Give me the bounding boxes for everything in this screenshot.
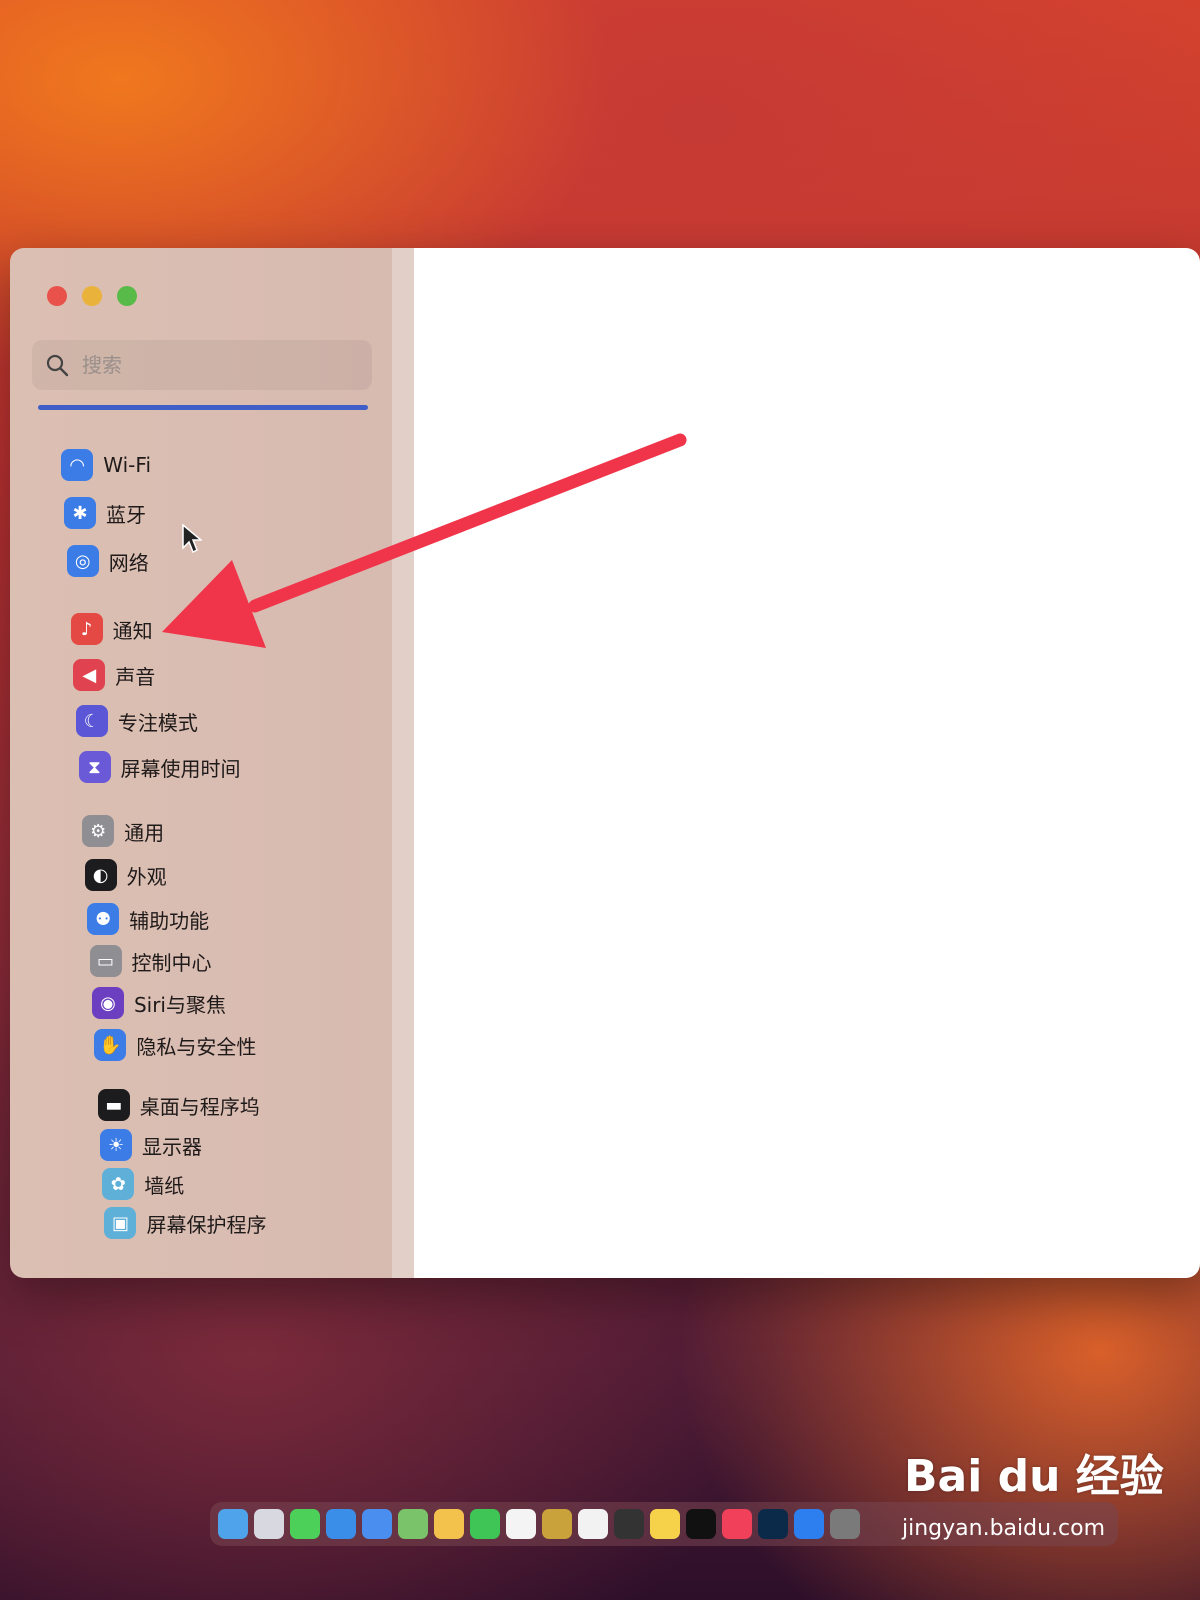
dock-app-tv[interactable] — [686, 1509, 716, 1539]
sidebar-item-label: 网络 — [108, 550, 149, 575]
sidebar-item-7[interactable]: ⚙ 通用 — [82, 812, 164, 850]
dock-app-facetime[interactable] — [470, 1509, 500, 1539]
sidebar-item-0[interactable]: ◠ Wi-Fi — [61, 446, 151, 484]
sidebar-item-11[interactable]: ◉ Siri与聚焦 — [91, 984, 226, 1022]
sidebar-item-1[interactable]: ✱ 蓝牙 — [64, 494, 146, 532]
dock-app-launchpad[interactable] — [254, 1509, 284, 1539]
zoom-button[interactable] — [117, 286, 137, 306]
sidebar-item-10[interactable]: ▭ 控制中心 — [89, 942, 212, 980]
sidebar-item-3[interactable]: ♪ 通知 — [70, 610, 153, 648]
sidebar-item-9[interactable]: ⚉ 辅助功能 — [87, 900, 209, 938]
dock-app-finalcut[interactable] — [614, 1509, 644, 1539]
dock-app-photos[interactable] — [434, 1509, 464, 1539]
speaker-icon: ◀ — [73, 659, 106, 691]
sidebar-item-8[interactable]: ◐ 外观 — [84, 856, 167, 894]
sidebar-item-label: 蓝牙 — [106, 502, 147, 527]
sidebar-item-label: 屏幕使用时间 — [120, 756, 241, 781]
search-focus-ring — [38, 405, 368, 410]
settings-sidebar: ◠ Wi-Fi✱ 蓝牙 ◎ 网络 ♪ 通知◀ 声音 ☾ 专注模式⧗ 屏幕使用时间 ⚙ 通用 ◐ 外观⚉ 辅助功… — [10, 248, 414, 1278]
sidebar-item-6[interactable]: ⧗ 屏幕使用时间 — [78, 748, 241, 786]
sidebar-item-14[interactable]: ☀ 显示器 — [100, 1126, 202, 1164]
dock-app-mail[interactable] — [362, 1509, 392, 1539]
dock-app-settings[interactable] — [830, 1509, 860, 1539]
watermark-url: jingyan.baidu.com — [902, 1516, 1106, 1541]
gear-icon: ⚙ — [82, 815, 115, 847]
moon-icon: ☾ — [75, 705, 108, 737]
dock-app-appstore[interactable] — [794, 1509, 824, 1539]
minimize-button[interactable] — [82, 286, 102, 306]
sidebar-item-label: 墙纸 — [144, 1173, 185, 1198]
search-field[interactable] — [32, 340, 372, 390]
dock-app-safari[interactable] — [326, 1509, 356, 1539]
sidebar-item-label: 辅助功能 — [129, 908, 210, 933]
sidebar-divider — [392, 248, 414, 1278]
bluetooth-icon: ✱ — [64, 497, 97, 529]
sidebar-item-label: 隐私与安全性 — [136, 1034, 257, 1059]
dock-app-calendar[interactable] — [506, 1509, 536, 1539]
dock-icon: ▬ — [97, 1089, 130, 1121]
sidebar-item-label: 屏幕保护程序 — [146, 1212, 267, 1237]
settings-content-pane — [414, 248, 1200, 1278]
screensaver-icon: ▣ — [104, 1207, 137, 1239]
search-input[interactable] — [80, 352, 364, 378]
system-settings-window: ◠ Wi-Fi✱ 蓝牙 ◎ 网络 ♪ 通知◀ 声音 ☾ 专注模式⧗ 屏幕使用时间 ⚙ 通用 ◐ 外观⚉ 辅助功… — [10, 248, 1200, 1278]
bell-icon: ♪ — [70, 613, 103, 645]
dock-app-photoshop[interactable] — [758, 1509, 788, 1539]
search-icon — [46, 354, 69, 377]
dock-app-notes-gold[interactable] — [542, 1509, 572, 1539]
accessibility-icon: ⚉ — [87, 903, 120, 935]
sidebar-item-label: 桌面与程序坞 — [139, 1094, 260, 1119]
wifi-icon: ◠ — [61, 449, 94, 481]
sidebar-item-13[interactable]: ▬ 桌面与程序坞 — [97, 1086, 260, 1124]
sidebar-item-15[interactable]: ✿ 墙纸 — [102, 1165, 184, 1203]
siri-icon: ◉ — [91, 987, 124, 1019]
sidebar-item-label: 通用 — [124, 820, 165, 845]
sun-icon: ☀ — [100, 1129, 133, 1161]
sidebar-item-label: Wi-Fi — [103, 453, 151, 477]
mouse-pointer-icon — [182, 524, 202, 554]
hourglass-icon: ⧗ — [78, 751, 111, 783]
dock-app-notes[interactable] — [650, 1509, 680, 1539]
sidebar-item-12[interactable]: ✋ 隐私与安全性 — [94, 1026, 256, 1064]
appearance-icon: ◐ — [84, 859, 117, 891]
sidebar-item-label: 外观 — [126, 864, 167, 889]
dock-app-music[interactable] — [722, 1509, 752, 1539]
sidebar-item-label: 专注模式 — [117, 710, 198, 735]
dock-app-messages[interactable] — [290, 1509, 320, 1539]
sidebar-item-16[interactable]: ▣ 屏幕保护程序 — [104, 1204, 266, 1242]
dock-app-finder[interactable] — [218, 1509, 248, 1539]
sidebar-item-label: 声音 — [115, 664, 156, 689]
dock-app-reminders[interactable] — [578, 1509, 608, 1539]
hand-icon: ✋ — [94, 1029, 127, 1061]
sidebar-item-2[interactable]: ◎ 网络 — [66, 542, 149, 580]
sidebar-item-5[interactable]: ☾ 专注模式 — [75, 702, 198, 740]
sidebar-item-label: 控制中心 — [131, 950, 212, 975]
globe-icon: ◎ — [66, 545, 99, 577]
close-button[interactable] — [47, 286, 67, 306]
sidebar-item-label: Siri与聚焦 — [133, 992, 226, 1017]
sidebar-item-label: 显示器 — [142, 1134, 203, 1159]
toggles-icon: ▭ — [89, 945, 122, 977]
dock-app-maps[interactable] — [398, 1509, 428, 1539]
sidebar-item-label: 通知 — [112, 618, 153, 643]
baidu-watermark: Bai du 经验 jingyan.baidu.com — [900, 1440, 1190, 1560]
sidebar-item-4[interactable]: ◀ 声音 — [73, 656, 155, 694]
flower-icon: ✿ — [102, 1168, 135, 1200]
watermark-brand: Bai du 经验 — [904, 1451, 1164, 1502]
